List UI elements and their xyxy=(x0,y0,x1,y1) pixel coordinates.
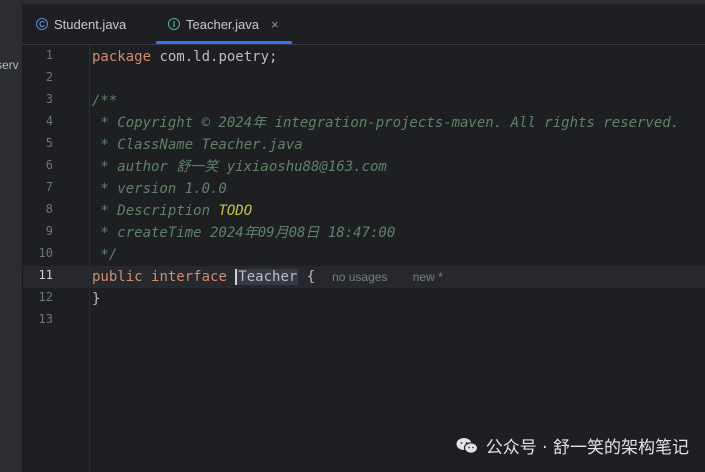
editor-tab-bar: C Student.java I Teacher.java × xyxy=(22,4,705,45)
tab-student-java[interactable]: C Student.java xyxy=(36,4,126,44)
tab-label: Teacher.java xyxy=(186,16,259,32)
line-number: 13 xyxy=(38,312,53,326)
package-name: com.ld.poetry; xyxy=(151,49,278,65)
line-number: 6 xyxy=(45,158,53,172)
code-line-5: * ClassName Teacher.java xyxy=(92,137,303,153)
tab-teacher-java[interactable]: I Teacher.java × xyxy=(168,4,279,44)
code-line-4: * Copyright © 2024年 integration-projects… xyxy=(92,115,680,131)
code-line-6: * author 舒一笑 yixiaoshu88@163.com xyxy=(92,159,387,175)
tab-label: Student.java xyxy=(54,16,127,32)
close-tab-icon[interactable]: × xyxy=(271,17,279,32)
code-line-9: * createTime 2024年09月08日 18:47:00 xyxy=(92,225,396,241)
class-icon: C xyxy=(36,18,48,30)
active-tab-indicator xyxy=(156,41,292,44)
gutter-divider xyxy=(89,45,90,472)
code-line-12: } xyxy=(92,291,101,307)
line-number-gutter[interactable]: 1 2 3 4 5 6 7 8 9 10 11 12 13 xyxy=(23,45,89,472)
comment-description: * Description xyxy=(92,203,219,219)
code-line-7: * version 1.0.0 xyxy=(92,181,227,197)
code-editor[interactable]: package com.ld.poetry; /** * Copyright ©… xyxy=(92,45,702,472)
watermark: 公众号 · 舒一笑的架构笔记 xyxy=(456,433,689,458)
keyword-package: package xyxy=(92,49,152,65)
project-side-panel[interactable]: serv xyxy=(0,4,23,472)
line-number: 3 xyxy=(45,92,53,106)
line-number: 5 xyxy=(45,136,53,150)
line-number: 12 xyxy=(38,290,53,304)
side-panel-clipped-text: serv xyxy=(0,58,19,72)
line-number: 7 xyxy=(45,180,53,194)
line-number: 8 xyxy=(45,202,53,216)
open-brace: { xyxy=(306,269,316,285)
usages-hint[interactable]: no usages xyxy=(332,270,387,284)
watermark-text: 公众号 · 舒一笑的架构笔记 xyxy=(485,438,689,458)
keyword-public: public xyxy=(92,269,143,285)
todo-marker: TODO xyxy=(218,203,253,219)
current-line-number: 11 xyxy=(38,268,53,282)
code-line-11: public interface Teacher { no usages new… xyxy=(92,266,443,288)
code-line-3: /** xyxy=(92,93,118,109)
code-line-8: * Description TODO xyxy=(92,200,252,222)
line-number: 9 xyxy=(45,224,53,238)
keyword-interface: interface xyxy=(151,269,227,285)
interface-icon: I xyxy=(168,18,180,30)
line-number: 1 xyxy=(45,48,53,62)
line-number: 2 xyxy=(45,70,53,84)
code-line-10: */ xyxy=(92,247,118,263)
wechat-icon xyxy=(456,437,478,455)
interface-name-teacher[interactable]: Teacher xyxy=(235,269,299,285)
line-number: 10 xyxy=(38,246,53,260)
line-number: 4 xyxy=(45,114,53,128)
author-hint[interactable]: new * xyxy=(413,270,443,284)
code-line-1: package com.ld.poetry; xyxy=(92,46,277,68)
